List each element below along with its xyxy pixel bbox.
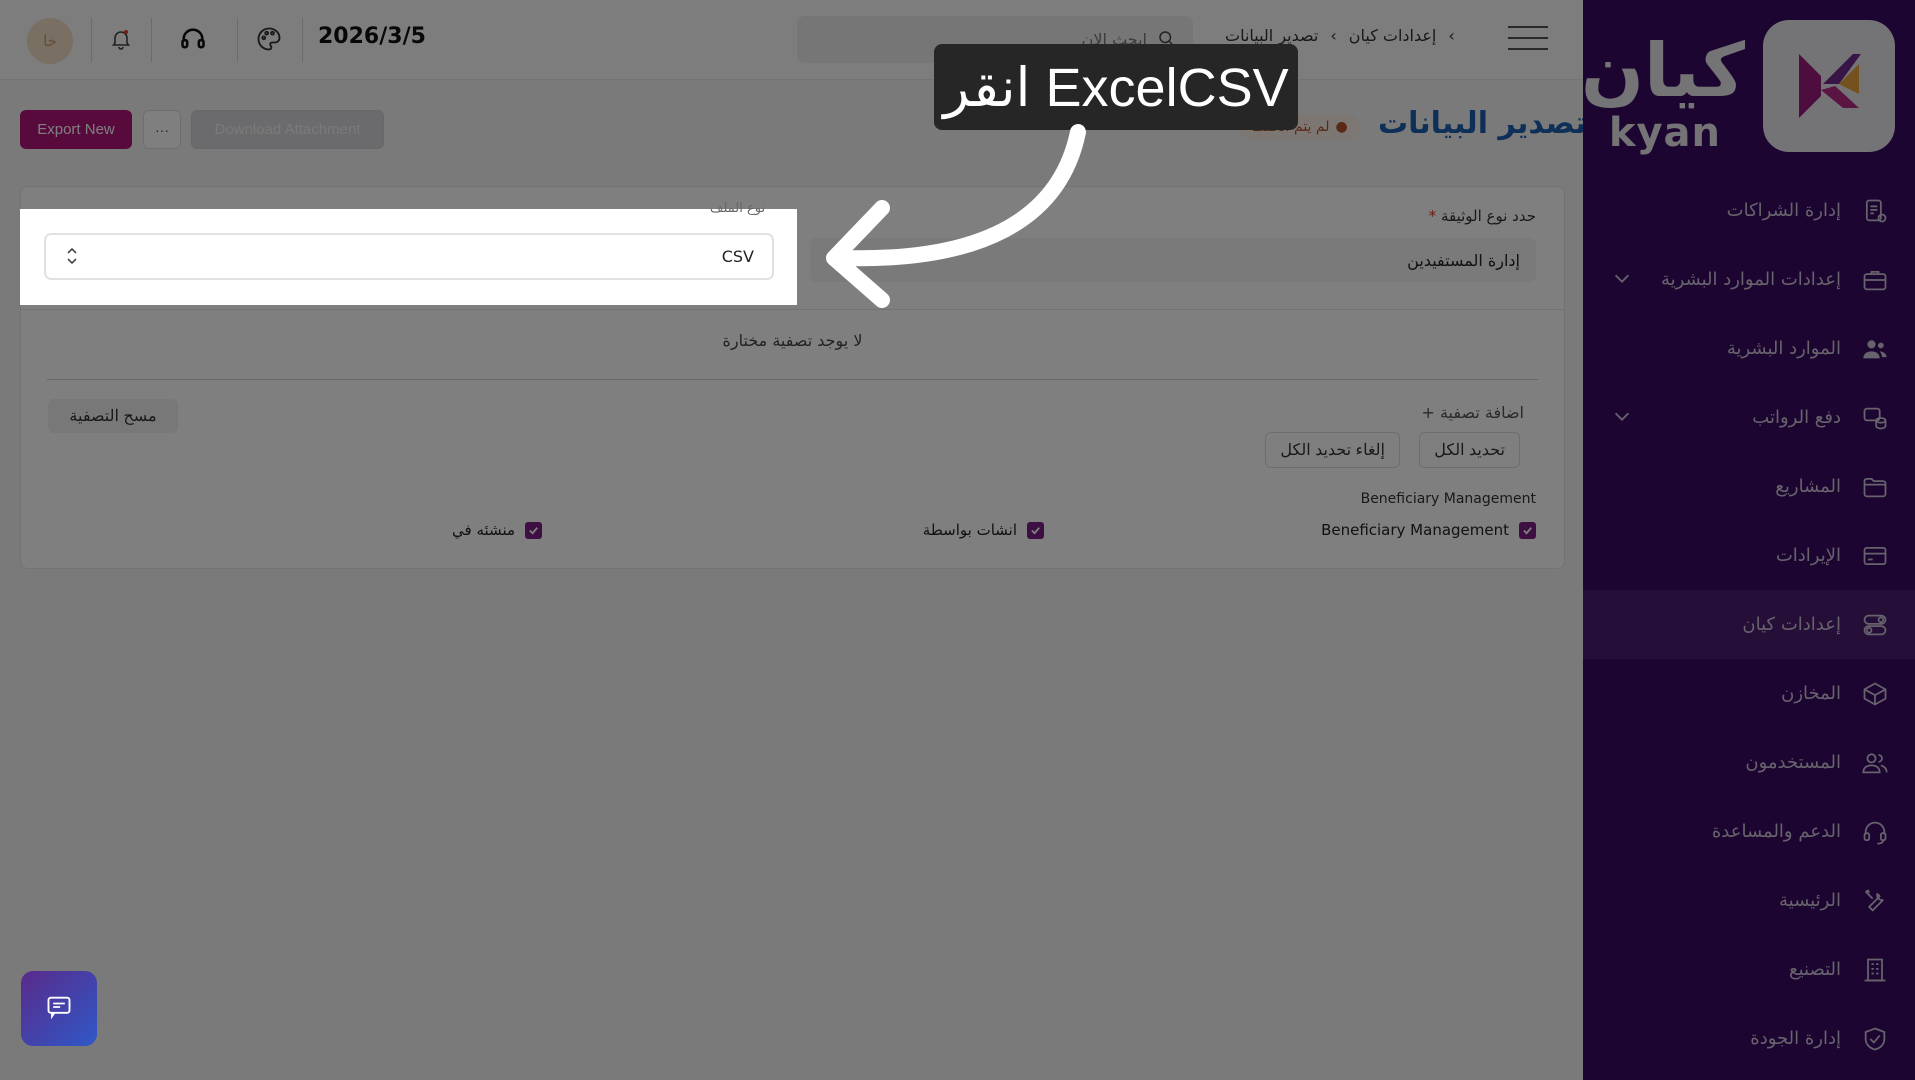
chat-button[interactable]	[21, 971, 97, 1046]
pointer-arrow-icon	[826, 124, 1086, 308]
chat-icon	[45, 993, 73, 1025]
